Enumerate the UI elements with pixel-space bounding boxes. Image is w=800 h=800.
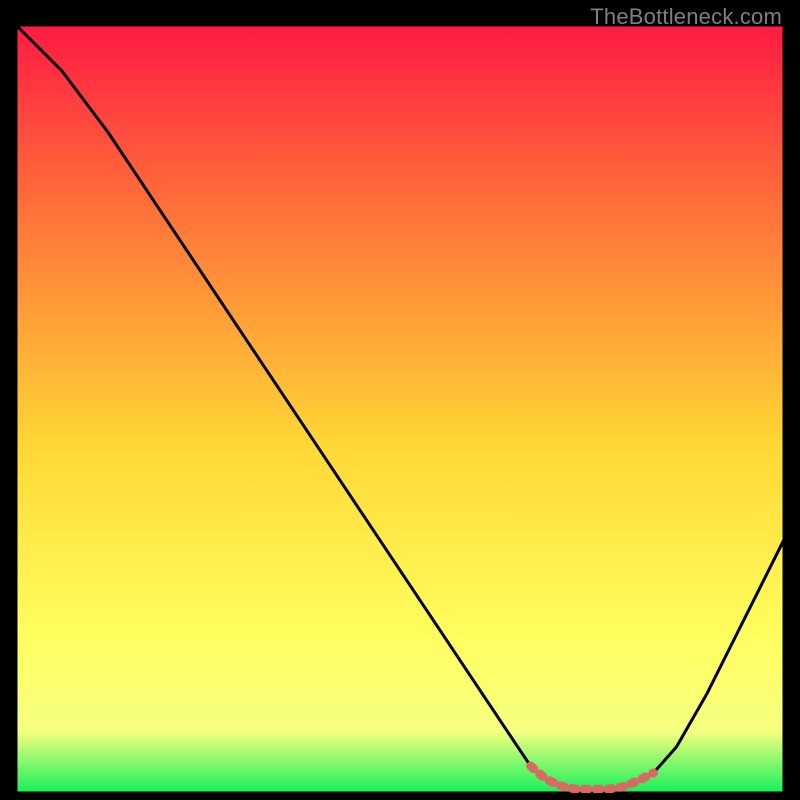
bottleneck-chart: [16, 25, 784, 793]
chart-frame: [16, 25, 784, 793]
gradient-background: [16, 25, 784, 793]
watermark-text: TheBottleneck.com: [590, 4, 782, 30]
